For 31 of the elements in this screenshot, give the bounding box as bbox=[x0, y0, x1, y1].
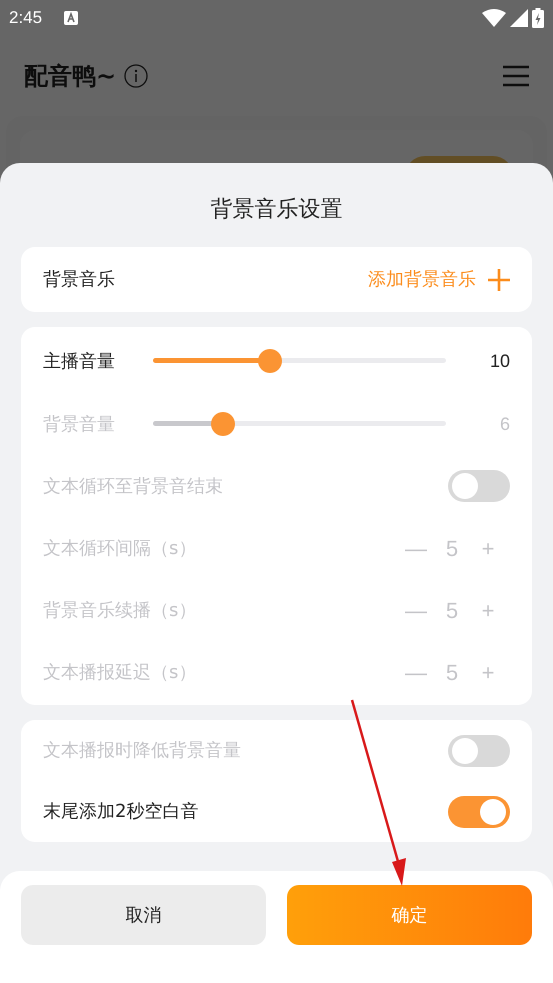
setting-label: 末尾添加2秒空白音 bbox=[43, 800, 198, 824]
plus-icon bbox=[488, 268, 510, 290]
stepper-value: 5 bbox=[444, 534, 460, 562]
stepper-value: 5 bbox=[444, 658, 460, 686]
setting-label: 主播音量 bbox=[43, 350, 116, 374]
setting-label: 背景音乐续播（s） bbox=[43, 598, 196, 622]
add-music-button[interactable]: 添加背景音乐 bbox=[368, 266, 510, 293]
wifi-icon bbox=[482, 9, 506, 27]
setting-label: 文本播报时降低背景音量 bbox=[43, 739, 241, 763]
volume-slider[interactable] bbox=[153, 349, 446, 373]
battery-icon bbox=[532, 8, 544, 28]
setting-label: 背景音乐 bbox=[43, 268, 115, 292]
info-icon[interactable] bbox=[124, 64, 148, 88]
menu-icon[interactable] bbox=[503, 65, 529, 87]
toggle-switch[interactable] bbox=[448, 796, 510, 828]
confirm-button[interactable]: 确定 bbox=[287, 885, 532, 945]
volume-value: 10 bbox=[488, 350, 510, 372]
cancel-button[interactable]: 取消 bbox=[21, 885, 266, 945]
sheet-title: 背景音乐设置 bbox=[210, 196, 344, 224]
volume-value: 6 bbox=[498, 412, 510, 436]
status-time: 2:45 bbox=[9, 7, 42, 30]
stepper-value: 5 bbox=[444, 596, 460, 624]
slider-thumb[interactable] bbox=[258, 349, 282, 373]
signal-icon bbox=[510, 9, 528, 27]
setting-label: 文本循环至背景音结束 bbox=[43, 474, 223, 498]
setting-label: 文本循环间隔（s） bbox=[43, 536, 196, 560]
volume-slider[interactable] bbox=[153, 412, 446, 436]
app-title: 配音鸭~ bbox=[24, 61, 116, 92]
setting-label: 文本播报延迟（s） bbox=[43, 660, 196, 684]
keyboard-notification-icon bbox=[64, 11, 78, 25]
setting-label: 背景音量 bbox=[43, 412, 116, 436]
